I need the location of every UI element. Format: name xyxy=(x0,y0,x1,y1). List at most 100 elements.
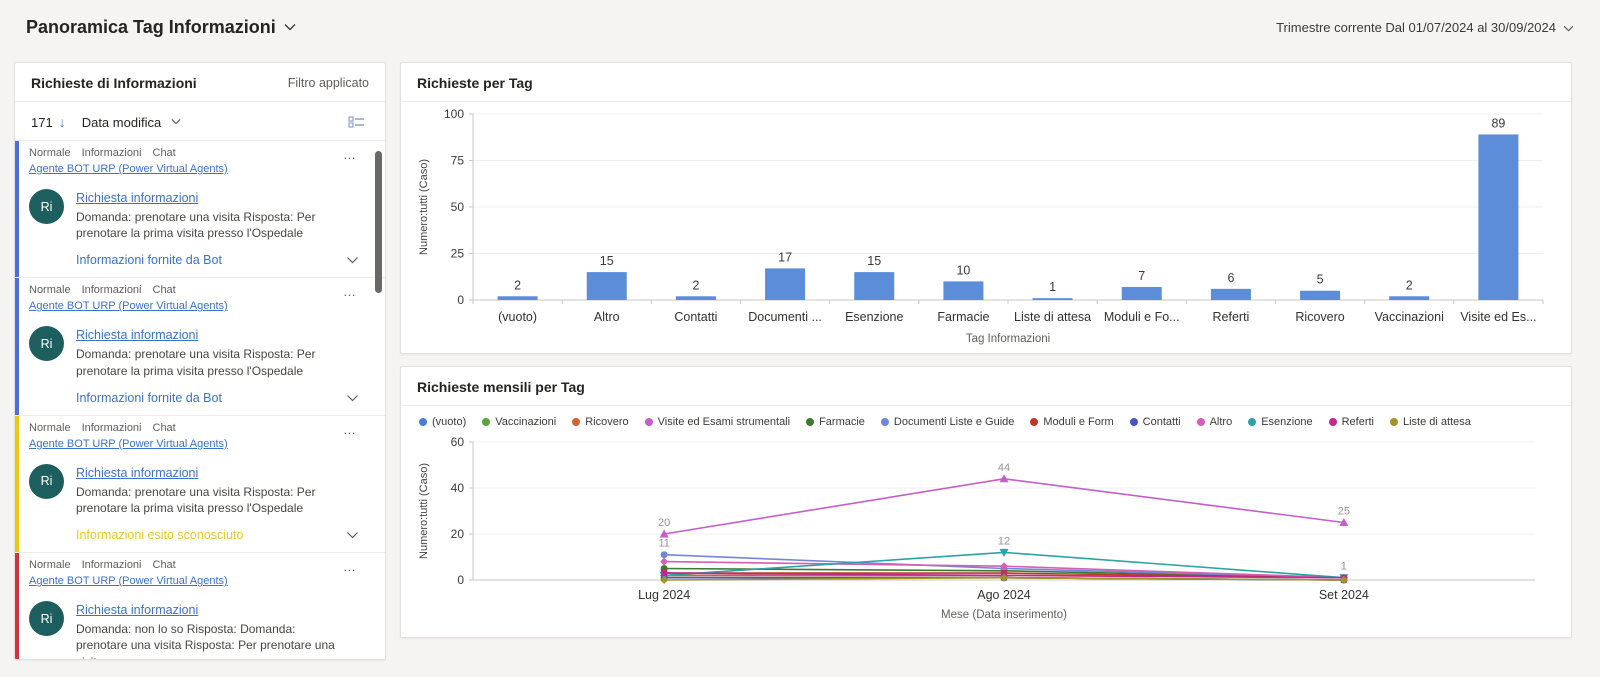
chevron-down-icon[interactable] xyxy=(346,389,359,407)
legend-dot xyxy=(645,418,653,426)
more-options-button[interactable]: … xyxy=(341,284,359,299)
request-card[interactable]: NormaleInformazioniChat … Agente BOT URP… xyxy=(15,415,385,552)
agent-link[interactable]: Agente BOT URP (Power Virtual Agents) xyxy=(29,300,228,312)
legend-item[interactable]: Referti xyxy=(1329,416,1374,428)
legend-item[interactable]: Liste di attesa xyxy=(1390,416,1471,428)
bar-Contatti[interactable] xyxy=(676,296,716,300)
bar-Referti[interactable] xyxy=(1211,289,1251,300)
legend-item[interactable]: Visite ed Esami strumentali xyxy=(645,416,790,428)
card-tag: Informazioni xyxy=(82,147,142,159)
bar-Esenzione[interactable] xyxy=(854,272,894,300)
bar-Visite ed Es...[interactable] xyxy=(1478,134,1518,300)
legend-label: Ricovero xyxy=(585,416,628,428)
bar-Vaccinazioni[interactable] xyxy=(1389,296,1429,300)
bar-Liste di attesa[interactable] xyxy=(1033,298,1073,300)
svg-text:0: 0 xyxy=(457,293,464,307)
svg-text:44: 44 xyxy=(998,462,1010,474)
chevron-down-icon xyxy=(1563,20,1574,35)
request-title-link[interactable]: Richiesta informazioni xyxy=(76,191,198,205)
legend-item[interactable]: Ricovero xyxy=(572,416,628,428)
svg-text:Altro: Altro xyxy=(594,310,620,324)
legend-label: Farmacie xyxy=(819,416,865,428)
svg-text:15: 15 xyxy=(600,254,614,268)
bar-Documenti ...[interactable] xyxy=(765,268,805,300)
filter-applied-button[interactable]: Filtro applicato xyxy=(288,76,369,90)
legend-dot xyxy=(1197,418,1205,426)
chevron-down-icon xyxy=(284,18,296,36)
legend-dot xyxy=(419,418,427,426)
sort-direction-icon[interactable]: ↓ xyxy=(59,115,66,129)
legend-label: Documenti Liste e Guide xyxy=(894,416,1014,428)
line-series-Visite ed Esami strumentali[interactable] xyxy=(664,479,1344,534)
card-tag: Informazioni xyxy=(82,284,142,296)
card-tag: Informazioni xyxy=(82,559,142,571)
request-title-link[interactable]: Richiesta informazioni xyxy=(76,603,198,617)
more-options-button[interactable]: … xyxy=(341,422,359,437)
date-range-filter[interactable]: Trimestre corrente Dal 01/07/2024 al 30/… xyxy=(1276,20,1574,35)
card-tag: Chat xyxy=(153,147,176,159)
more-options-button[interactable]: … xyxy=(341,559,359,574)
svg-text:Referti: Referti xyxy=(1213,310,1250,324)
request-card[interactable]: NormaleInformazioniChat … Agente BOT URP… xyxy=(15,552,385,660)
svg-text:40: 40 xyxy=(451,481,465,495)
bar-chart-title: Richieste per Tag xyxy=(417,75,533,91)
card-tag: Normale xyxy=(29,284,71,296)
request-card[interactable]: NormaleInformazioniChat … Agente BOT URP… xyxy=(15,277,385,414)
sort-field-dropdown[interactable]: Data modifica xyxy=(82,115,161,130)
request-title-link[interactable]: Richiesta informazioni xyxy=(76,466,198,480)
bar-Ricovero[interactable] xyxy=(1300,291,1340,300)
svg-text:Mese (Data inserimento): Mese (Data inserimento) xyxy=(941,609,1067,621)
avatar: Ri xyxy=(29,601,64,636)
svg-text:Lug 2024: Lug 2024 xyxy=(638,588,690,602)
svg-text:60: 60 xyxy=(451,435,465,449)
legend-item[interactable]: (vuoto) xyxy=(419,416,466,428)
legend-dot xyxy=(1248,418,1256,426)
svg-text:10: 10 xyxy=(956,263,970,277)
card-tags: NormaleInformazioniChat xyxy=(29,559,176,571)
svg-text:Ago 2024: Ago 2024 xyxy=(977,588,1031,602)
card-tags: NormaleInformazioniChat xyxy=(29,422,176,434)
bar-chart-panel: Richieste per Tag 02550751002(vuoto)15Al… xyxy=(400,62,1572,354)
legend-dot xyxy=(572,418,580,426)
card-tag: Chat xyxy=(153,422,176,434)
dashboard-selector[interactable]: Panoramica Tag Informazioni xyxy=(26,17,296,38)
avatar: Ri xyxy=(29,326,64,361)
svg-text:Documenti ...: Documenti ... xyxy=(748,310,822,324)
bar-Moduli e Fo...[interactable] xyxy=(1122,287,1162,300)
legend-item[interactable]: Moduli e Form xyxy=(1030,416,1113,428)
bar-Altro[interactable] xyxy=(587,272,627,300)
avatar: Ri xyxy=(29,189,64,224)
svg-text:20: 20 xyxy=(451,527,465,541)
legend-item[interactable]: Documenti Liste e Guide xyxy=(881,416,1014,428)
card-tag: Normale xyxy=(29,422,71,434)
more-options-button[interactable]: … xyxy=(341,147,359,162)
agent-link[interactable]: Agente BOT URP (Power Virtual Agents) xyxy=(29,438,228,450)
request-title-link[interactable]: Richiesta informazioni xyxy=(76,328,198,342)
card-view-settings-icon[interactable] xyxy=(348,113,365,131)
legend-item[interactable]: Contatti xyxy=(1130,416,1181,428)
legend-item[interactable]: Esenzione xyxy=(1248,416,1312,428)
legend-dot xyxy=(806,418,814,426)
bar-(vuoto)[interactable] xyxy=(498,296,538,300)
legend-item[interactable]: Vaccinazioni xyxy=(482,416,556,428)
chevron-down-icon[interactable] xyxy=(171,113,181,131)
record-count: 171 xyxy=(31,115,53,130)
legend-item[interactable]: Altro xyxy=(1197,416,1233,428)
page-header: Panoramica Tag Informazioni Trimestre co… xyxy=(0,0,1600,54)
chevron-down-icon[interactable] xyxy=(346,251,359,269)
agent-link[interactable]: Agente BOT URP (Power Virtual Agents) xyxy=(29,575,228,587)
scrollbar-thumb[interactable] xyxy=(375,151,382,293)
avatar: Ri xyxy=(29,464,64,499)
svg-text:50: 50 xyxy=(451,200,465,214)
legend-item[interactable]: Farmacie xyxy=(806,416,865,428)
chevron-down-icon[interactable] xyxy=(346,526,359,544)
svg-text:12: 12 xyxy=(998,535,1010,547)
legend-dot xyxy=(881,418,889,426)
bar-Farmacie[interactable] xyxy=(943,281,983,300)
request-description: Domanda: prenotare una visita Risposta: … xyxy=(76,209,344,241)
status-label: Informazioni fornite da Bot xyxy=(76,391,222,405)
agent-link[interactable]: Agente BOT URP (Power Virtual Agents) xyxy=(29,163,228,175)
svg-text:Contatti: Contatti xyxy=(674,310,717,324)
svg-text:Esenzione: Esenzione xyxy=(845,310,903,324)
request-card[interactable]: NormaleInformazioniChat … Agente BOT URP… xyxy=(15,140,385,277)
